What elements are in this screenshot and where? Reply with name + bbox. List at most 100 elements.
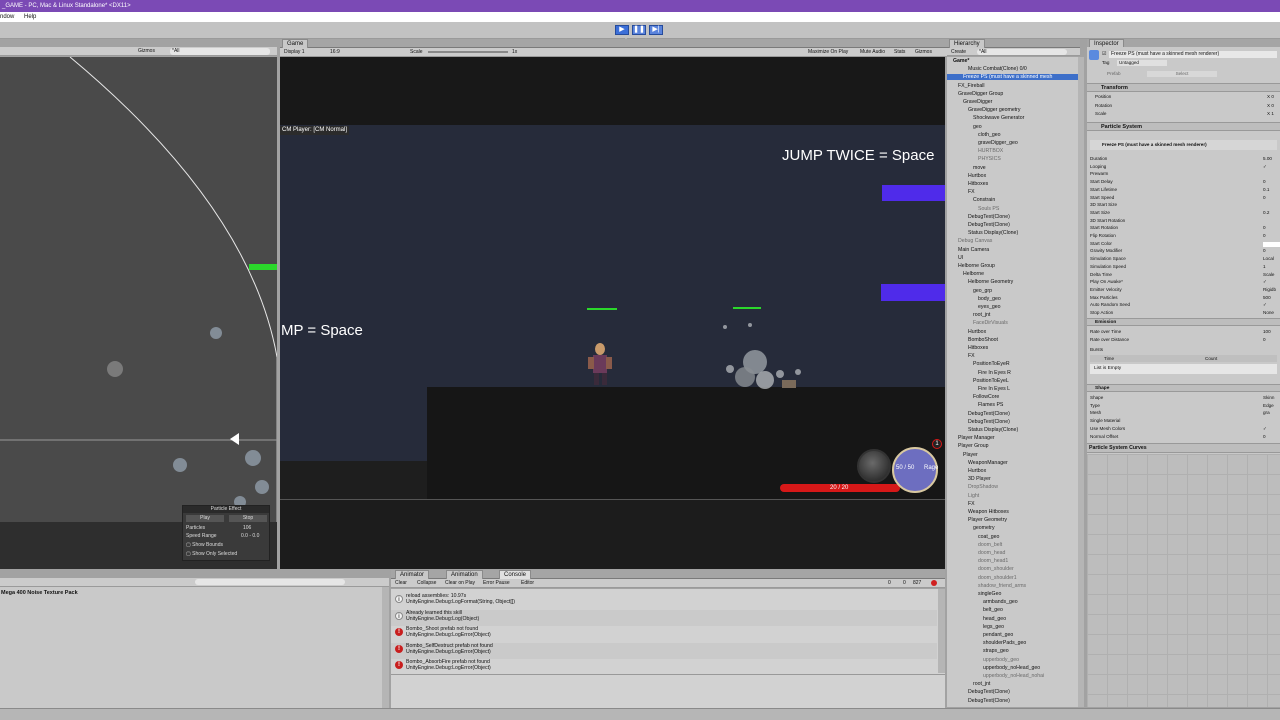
tag-select[interactable]: Untagged <box>1117 60 1167 66</box>
hierarchy-item[interactable]: Game* <box>953 58 969 64</box>
hierarchy-item[interactable]: Fire In Eyes R <box>978 370 1011 376</box>
scene-gizmos-button[interactable]: Gizmos <box>138 47 155 55</box>
hierarchy-item[interactable]: doom_head <box>978 550 1005 556</box>
hierarchy-item[interactable]: WeaponManager <box>968 460 1008 466</box>
transform-row-value[interactable]: X 0 <box>1267 94 1274 100</box>
transform-header[interactable]: Transform <box>1087 83 1280 92</box>
project-scrollbar[interactable] <box>382 587 389 708</box>
ps-row-value[interactable]: 5.00 <box>1263 156 1272 162</box>
show-only-selected-checkbox[interactable]: ▢ Show Only Selected <box>186 551 237 558</box>
hierarchy-item[interactable]: pendant_geo <box>983 632 1013 638</box>
scene-search-input[interactable]: *All <box>170 48 270 55</box>
hierarchy-item[interactable]: FollowCore <box>973 394 999 400</box>
hierarchy-item[interactable]: upperbody_geo <box>983 657 1019 663</box>
shape-header[interactable]: Shape <box>1087 384 1280 392</box>
hierarchy-item[interactable]: Status Display(Clone) <box>968 427 1018 433</box>
console-error-pause-button[interactable]: Error Pause <box>483 579 510 587</box>
hierarchy-item[interactable]: upperbody_noHead_geo <box>983 665 1040 671</box>
console-row[interactable]: ! Bombo_SelfDestruct prefab not found Unit… <box>391 642 937 659</box>
hierarchy-item[interactable]: Helborne Geometry <box>968 279 1013 285</box>
hierarchy-item[interactable]: BomboShoot <box>968 337 998 343</box>
step-button[interactable]: ▶| <box>649 25 663 35</box>
hierarchy-item[interactable]: Souls PS <box>978 206 999 212</box>
hierarchy-scrollbar[interactable] <box>1078 57 1084 707</box>
hierarchy-item[interactable]: DebugText(Clone) <box>968 222 1010 228</box>
ps-row-value[interactable]: ✓ <box>1263 279 1267 285</box>
hierarchy-item[interactable]: HURTBOX <box>978 148 1003 154</box>
hierarchy-item[interactable]: Freeze PS (must have a skinned mesh <box>947 74 1078 81</box>
hierarchy-item[interactable]: DebugText(Clone) <box>968 419 1010 425</box>
ps-row-value[interactable]: Rigidb <box>1263 287 1276 293</box>
hierarchy-item[interactable]: Hurtbox <box>968 329 986 335</box>
maximize-on-play-button[interactable]: Maximize On Play <box>808 48 848 56</box>
ps-row-value[interactable]: 0 <box>1263 195 1266 201</box>
menu-help[interactable]: Help <box>24 14 36 20</box>
ps-name-row[interactable]: Freeze PS (must have a skinned mesh rend… <box>1090 140 1277 150</box>
hierarchy-item[interactable]: Hurtbox <box>968 468 986 474</box>
hierarchy-item[interactable]: Player Manager <box>958 435 995 441</box>
hierarchy-item[interactable]: shoulderPads_geo <box>983 640 1026 646</box>
aspect-select[interactable]: 16:9 <box>330 48 340 56</box>
hierarchy-item[interactable]: doom_head1 <box>978 558 1008 564</box>
particle-stop-button[interactable]: Stop <box>229 515 267 522</box>
hierarchy-item[interactable]: Constrain <box>973 197 995 203</box>
transform-row-value[interactable]: X 0 <box>1267 103 1274 109</box>
hierarchy-item[interactable]: geometry <box>973 525 995 531</box>
start-color-swatch[interactable] <box>1263 241 1280 247</box>
play-button[interactable]: ▶ <box>615 25 629 35</box>
tab-console[interactable]: Console <box>499 570 532 579</box>
hierarchy-item[interactable]: armbands_geo <box>983 599 1018 605</box>
console-warning-count[interactable]: 0 <box>903 579 906 587</box>
hierarchy-item[interactable]: singleGeo <box>978 591 1001 597</box>
shape-row-value[interactable]: gra <box>1263 410 1270 416</box>
active-checkbox[interactable]: ☑ <box>1102 51 1106 57</box>
hierarchy-item[interactable]: UI <box>958 255 963 261</box>
console-clear-button[interactable]: Clear <box>395 579 407 587</box>
tab-animation[interactable]: Animation <box>446 570 483 579</box>
hierarchy-item[interactable]: move <box>973 165 986 171</box>
hierarchy-item[interactable]: doom_shoulder <box>978 566 1014 572</box>
shape-row-value[interactable]: Edge <box>1263 403 1274 409</box>
mute-audio-button[interactable]: Mute Audio <box>860 48 885 56</box>
hierarchy-item[interactable]: Fire In Eyes L <box>978 386 1010 392</box>
hierarchy-item[interactable]: Player Group <box>958 443 989 449</box>
ps-row-value[interactable]: ✓ <box>1263 164 1267 170</box>
ps-row-value[interactable]: 0 <box>1263 225 1266 231</box>
ps-row-value[interactable]: 0 <box>1263 179 1266 185</box>
ps-row-value[interactable]: 500 <box>1263 295 1271 301</box>
hierarchy-item[interactable]: belt_geo <box>983 607 1003 613</box>
hierarchy-item[interactable]: DebugText(Clone) <box>968 698 1010 704</box>
hierarchy-item[interactable]: GraveDigger <box>963 99 992 105</box>
hierarchy-item[interactable]: head_geo <box>983 616 1006 622</box>
hierarchy-item[interactable]: shadow_friend_arms <box>978 583 1026 589</box>
scene-view[interactable]: Particle Effect Play Stop Particles 106 … <box>0 57 277 569</box>
game-gizmos-button[interactable]: Gizmos <box>915 48 932 56</box>
tab-game[interactable]: Game <box>282 39 309 48</box>
shape-row-value[interactable]: ✓ <box>1263 426 1267 432</box>
hierarchy-item[interactable]: eyes_geo <box>978 304 1001 310</box>
scale-slider[interactable] <box>428 51 508 53</box>
project-search-input[interactable] <box>195 579 345 585</box>
hierarchy-item[interactable]: upperbody_noHead_nohai <box>983 673 1044 679</box>
emission-row-value[interactable]: 100 <box>1263 329 1271 335</box>
particle-system-curves-header[interactable]: Particle System Curves <box>1087 443 1280 453</box>
hierarchy-search-input[interactable]: *All <box>977 49 1067 55</box>
console-editor-button[interactable]: Editor <box>521 579 534 587</box>
hierarchy-item[interactable]: PositionToEyeR <box>973 361 1010 367</box>
hierarchy-item[interactable]: coat_geo <box>978 534 999 540</box>
hierarchy-item[interactable]: root_jnt <box>973 681 990 687</box>
particle-play-button[interactable]: Play <box>186 515 224 522</box>
hierarchy-item[interactable]: GraveDigger geometry <box>968 107 1020 113</box>
hierarchy-item[interactable]: Weapon Hitboxes <box>968 509 1009 515</box>
error-filter-icon[interactable] <box>931 580 937 586</box>
hierarchy-item[interactable]: Shockwave Generator <box>973 115 1024 121</box>
emission-row-value[interactable]: 0 <box>1263 337 1266 343</box>
ps-row-value[interactable]: 0.1 <box>1263 187 1269 193</box>
ps-row-value[interactable]: Local <box>1263 256 1274 262</box>
hierarchy-item[interactable]: Hitboxes <box>968 345 988 351</box>
hierarchy-item[interactable]: DebugText(Clone) <box>968 214 1010 220</box>
console-log-count[interactable]: 0 <box>888 579 891 587</box>
emission-header[interactable]: Emission <box>1087 318 1280 326</box>
hierarchy-create-button[interactable]: Create <box>951 48 966 56</box>
hierarchy-item[interactable]: doom_shoulder1 <box>978 575 1017 581</box>
